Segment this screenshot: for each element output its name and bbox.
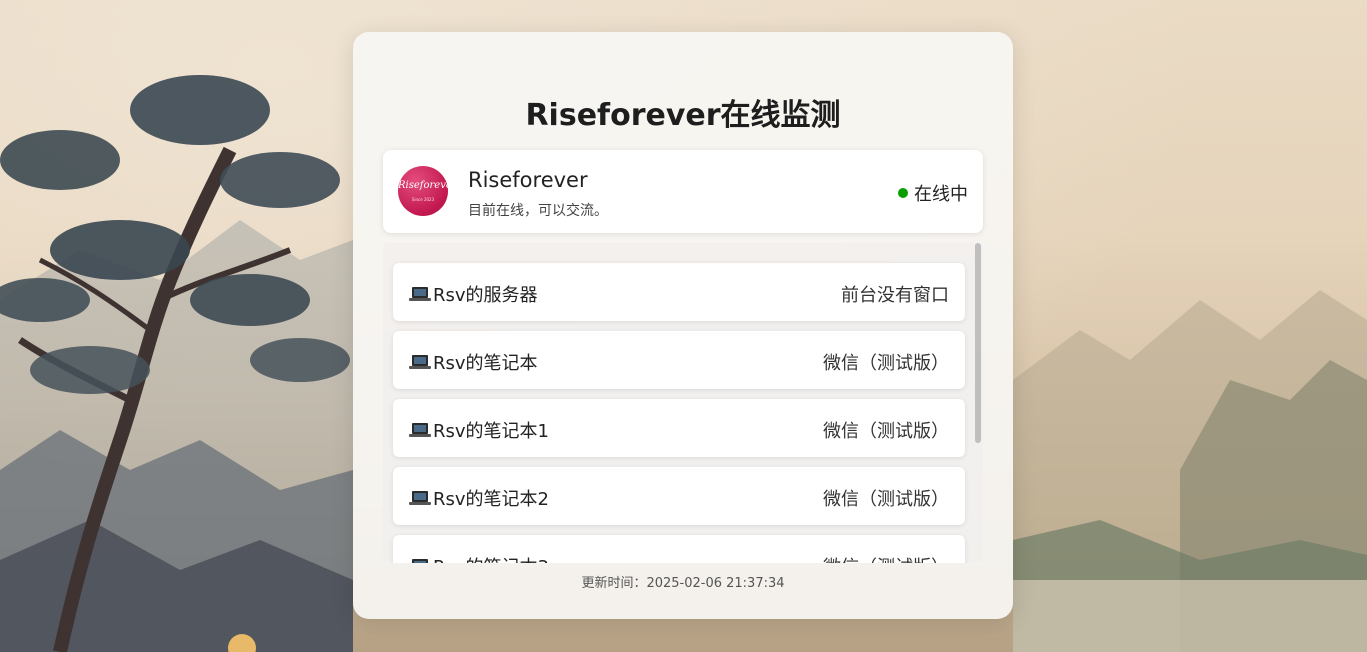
page-title: Riseforever在线监测: [525, 98, 841, 133]
device-app: 前台没有窗口: [841, 285, 949, 306]
scrollbar[interactable]: [973, 243, 983, 563]
status-text: 在线中: [914, 184, 968, 205]
laptop-icon: [409, 491, 431, 505]
device-row: Rsv的笔记本1 微信（测试版）: [393, 399, 965, 457]
online-dot-icon: [898, 188, 908, 198]
device-row: Rsv的笔记本3 微信（测试版）: [393, 535, 965, 563]
device-app: 微信（测试版）: [823, 489, 949, 510]
last-updated-text: 更新时间：2025-02-06 21:37:34: [581, 576, 785, 591]
profile-description: 目前在线，可以交流。: [468, 203, 608, 219]
device-name: Rsv的笔记本: [433, 353, 538, 374]
device-name: Rsv的笔记本2: [433, 489, 549, 510]
device-list-container[interactable]: Rsv的服务器 前台没有窗口 Rsv的笔记本 微信（测试版） Rsv的笔记本1 …: [383, 243, 983, 563]
device-app: 微信（测试版）: [823, 421, 949, 442]
laptop-icon: [409, 355, 431, 369]
device-list: Rsv的服务器 前台没有窗口 Rsv的笔记本 微信（测试版） Rsv的笔记本1 …: [393, 263, 965, 563]
laptop-icon: [412, 559, 428, 563]
laptop-icon: [409, 423, 431, 437]
device-row: Rsv的服务器 前台没有窗口: [393, 263, 965, 321]
monitor-card: Riseforever在线监测 Riseforever Since 2023 R…: [353, 32, 1013, 619]
device-app: 微信（测试版）: [823, 353, 949, 374]
laptop-icon: [409, 287, 431, 301]
device-row: Rsv的笔记本2 微信（测试版）: [393, 467, 965, 525]
device-name: Rsv的笔记本3: [433, 553, 549, 563]
profile-name: Riseforever: [468, 168, 588, 192]
device-name: Rsv的笔记本1: [433, 421, 549, 442]
avatar-logo-subtext: Since 2023: [411, 197, 435, 202]
status-badge: 在线中: [898, 180, 968, 206]
avatar-logo-text: Riseforever: [398, 180, 448, 191]
device-app: 微信（测试版）: [823, 553, 949, 563]
device-name: Rsv的服务器: [433, 285, 538, 306]
device-row: Rsv的笔记本 微信（测试版）: [393, 331, 965, 389]
avatar: Riseforever Since 2023: [398, 166, 448, 216]
profile-card: Riseforever Since 2023 Riseforever 目前在线，…: [383, 150, 983, 233]
scrollbar-thumb[interactable]: [975, 243, 981, 443]
